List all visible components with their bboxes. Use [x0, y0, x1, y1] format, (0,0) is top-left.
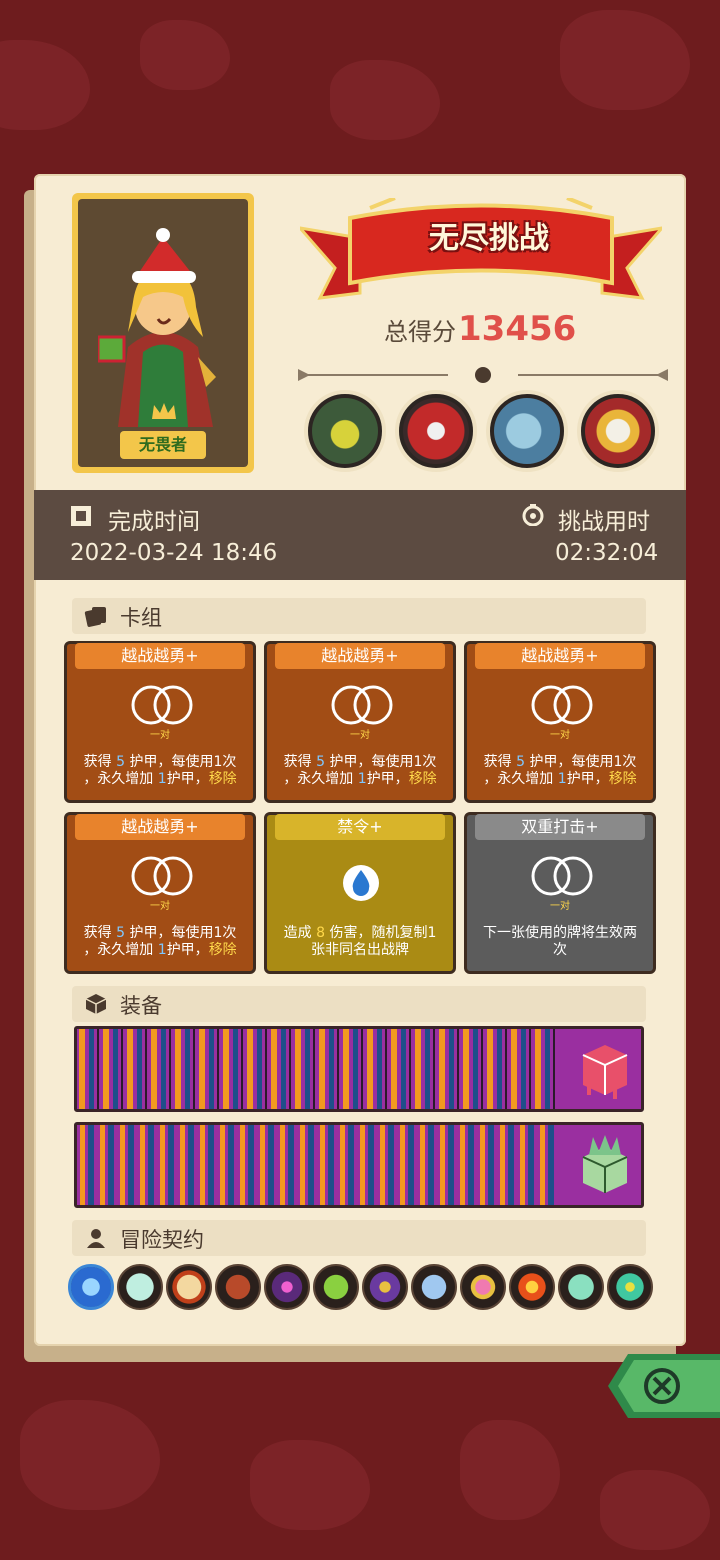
boss-blue-beast-icon — [486, 390, 568, 472]
pair-label: 一对 — [350, 730, 370, 741]
card-description: 获得 5 护甲，每使用1次 ，永久增加 1护甲，移除 — [283, 754, 437, 787]
equipment-stack — [77, 1125, 557, 1205]
close-button[interactable] — [608, 1354, 720, 1418]
card-title: 越战越勇+ — [75, 814, 245, 840]
green-poison-icon[interactable] — [313, 1264, 359, 1310]
equipment-title: 装备 — [120, 994, 162, 1018]
card-title: 禁令+ — [275, 814, 445, 840]
card-description: 造成 8 伤害，随机复制1 张非同名出战牌 — [283, 925, 437, 958]
card-description: 获得 5 护甲，每使用1次 ，永久增加 1护甲，移除 — [83, 754, 237, 787]
card-title: 越战越勇+ — [75, 643, 245, 669]
stopwatch-icon — [522, 504, 544, 526]
total-score: 总得分13456 — [384, 309, 576, 349]
contract-title: 冒险契约 — [120, 1228, 204, 1252]
horn-icon[interactable] — [215, 1264, 261, 1310]
fire-burst-icon[interactable] — [509, 1264, 555, 1310]
elapsed-time-label: 挑战用时 — [558, 509, 650, 535]
equipment-slot[interactable] — [74, 1122, 644, 1208]
elapsed-time-value: 02:32:04 — [555, 540, 659, 566]
teal-flask-icon[interactable] — [558, 1264, 604, 1310]
person-icon — [87, 1229, 105, 1248]
hero-portrait — [98, 228, 216, 427]
deck-card[interactable]: 越战越勇+ 一对 获得 5 护甲，每使用1次 ，永久增加 1护甲，移除 — [64, 641, 256, 803]
deck-card[interactable]: 越战越勇+ 一对 获得 5 护甲，每使用1次 ，永久增加 1护甲，移除 — [464, 641, 656, 803]
pair-label: 一对 — [150, 901, 170, 912]
dark-star-icon[interactable] — [362, 1264, 408, 1310]
card-description: 获得 5 护甲，每使用1次 ，永久增加 1护甲，移除 — [83, 925, 237, 958]
pair-rings-icon — [131, 856, 193, 896]
potion-bottle-icon[interactable] — [117, 1264, 163, 1310]
hero-name: 无畏者 — [120, 431, 206, 459]
boss-skull-crown-icon — [577, 390, 659, 472]
pair-rings-icon — [131, 685, 193, 725]
pair-label: 一对 — [550, 730, 570, 741]
deck-card[interactable]: 越战越勇+ 一对 获得 5 护甲，每使用1次 ，永久增加 1护甲，移除 — [64, 812, 256, 974]
deck-card[interactable]: 越战越勇+ 一对 获得 5 护甲，每使用1次 ，永久增加 1护甲，移除 — [264, 641, 456, 803]
water-drop-icon — [343, 865, 379, 901]
contract-section-header: 冒险契约 — [72, 1220, 646, 1256]
cube-icon — [85, 994, 107, 1014]
card-title: 双重打击+ — [475, 814, 645, 840]
crystal-vial-icon[interactable] — [411, 1264, 457, 1310]
card-title: 越战越勇+ — [475, 643, 645, 669]
pair-label: 一对 — [150, 730, 170, 741]
equipment-section-header: 装备 — [72, 986, 646, 1022]
pair-label: 一对 — [550, 901, 570, 912]
pair-rings-icon — [531, 856, 593, 896]
crown-icon — [152, 403, 176, 419]
blue-flame-skull-icon[interactable] — [68, 1264, 114, 1310]
score-label: 总得分 — [384, 318, 456, 346]
card-description: 获得 5 护甲，每使用1次 ，永久增加 1护甲，移除 — [483, 754, 637, 787]
boss-red-machine-icon — [395, 390, 477, 472]
pair-rings-icon — [331, 685, 393, 725]
score-value: 13456 — [458, 309, 577, 349]
card-title: 越战越勇+ — [275, 643, 445, 669]
film-icon — [71, 506, 91, 526]
deck-title: 卡组 — [120, 606, 162, 630]
ornament-divider — [298, 367, 668, 383]
card-description: 下一张使用的牌将生效两次 — [483, 925, 637, 958]
pink-orb-icon[interactable] — [460, 1264, 506, 1310]
deck-card[interactable]: 双重打击+ 一对 下一张使用的牌将生效两次 — [464, 812, 656, 974]
green-splat-icon[interactable] — [607, 1264, 653, 1310]
equipment-stack — [77, 1029, 557, 1109]
gift-sack-icon[interactable] — [166, 1264, 212, 1310]
banner-title: 无尽挑战 — [429, 221, 549, 256]
finish-time-value: 2022-03-24 18:46 — [70, 540, 278, 566]
red-slime-cube-icon — [582, 1045, 628, 1099]
cards-icon — [84, 607, 106, 627]
purple-eye-icon[interactable] — [264, 1264, 310, 1310]
deck-section-header: 卡组 — [72, 598, 646, 634]
pair-rings-icon — [531, 685, 593, 725]
finish-time-label: 完成时间 — [108, 509, 200, 535]
green-crystal-cube-icon — [582, 1135, 628, 1193]
boss-armored-knight-icon — [304, 390, 386, 472]
deck-card[interactable]: 禁令+ 造成 8 伤害，随机复制1 张非同名出战牌 — [264, 812, 456, 974]
equipment-slot[interactable] — [74, 1026, 644, 1112]
